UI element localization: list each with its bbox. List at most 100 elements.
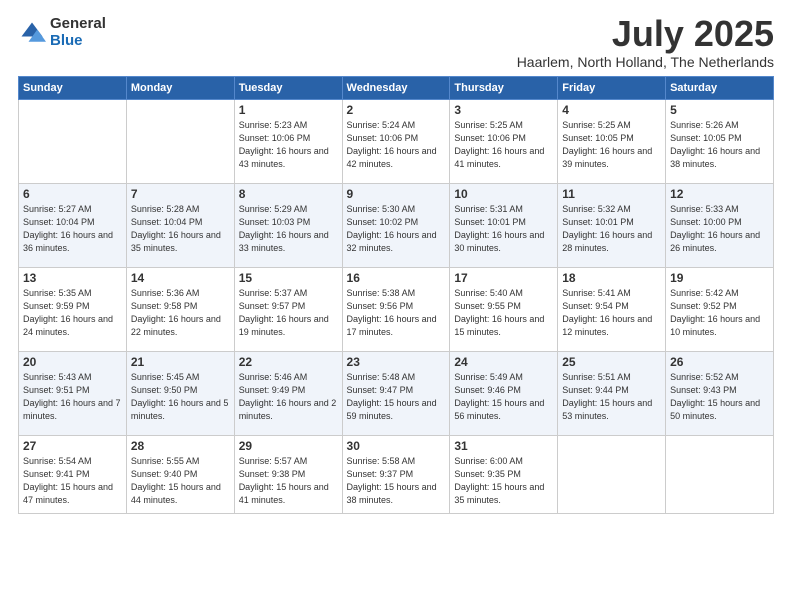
table-row: 25 Sunrise: 5:51 AM Sunset: 9:44 PM Dayl… <box>558 352 666 436</box>
daylight-label: Daylight: 16 hours and 38 minutes. <box>670 146 760 169</box>
header-monday: Monday <box>126 77 234 100</box>
day-info: Sunrise: 5:55 AM Sunset: 9:40 PM Dayligh… <box>131 455 230 507</box>
sunset-label: Sunset: 9:35 PM <box>454 469 521 479</box>
day-number: 19 <box>670 271 769 285</box>
day-info: Sunrise: 6:00 AM Sunset: 9:35 PM Dayligh… <box>454 455 553 507</box>
sunrise-label: Sunrise: 5:58 AM <box>347 456 416 466</box>
day-number: 3 <box>454 103 553 117</box>
sunset-label: Sunset: 9:52 PM <box>670 301 737 311</box>
daylight-label: Daylight: 16 hours and 22 minutes. <box>131 314 221 337</box>
table-row <box>19 100 127 184</box>
calendar-week-row: 6 Sunrise: 5:27 AM Sunset: 10:04 PM Dayl… <box>19 184 774 268</box>
table-row: 4 Sunrise: 5:25 AM Sunset: 10:05 PM Dayl… <box>558 100 666 184</box>
day-info: Sunrise: 5:29 AM Sunset: 10:03 PM Daylig… <box>239 203 338 255</box>
header-friday: Friday <box>558 77 666 100</box>
header-wednesday: Wednesday <box>342 77 450 100</box>
table-row: 12 Sunrise: 5:33 AM Sunset: 10:00 PM Day… <box>666 184 774 268</box>
page: General Blue July 2025 Haarlem, North Ho… <box>0 0 792 612</box>
sunset-label: Sunset: 9:54 PM <box>562 301 629 311</box>
day-number: 25 <box>562 355 661 369</box>
day-number: 18 <box>562 271 661 285</box>
day-info: Sunrise: 5:30 AM Sunset: 10:02 PM Daylig… <box>347 203 446 255</box>
header-sunday: Sunday <box>19 77 127 100</box>
day-info: Sunrise: 5:43 AM Sunset: 9:51 PM Dayligh… <box>23 371 122 423</box>
calendar-week-row: 13 Sunrise: 5:35 AM Sunset: 9:59 PM Dayl… <box>19 268 774 352</box>
sunset-label: Sunset: 9:44 PM <box>562 385 629 395</box>
sunrise-label: Sunrise: 5:51 AM <box>562 372 631 382</box>
daylight-label: Daylight: 16 hours and 2 minutes. <box>239 398 337 421</box>
daylight-label: Daylight: 16 hours and 17 minutes. <box>347 314 437 337</box>
daylight-label: Daylight: 15 hours and 56 minutes. <box>454 398 544 421</box>
sunset-label: Sunset: 10:04 PM <box>131 217 203 227</box>
table-row: 10 Sunrise: 5:31 AM Sunset: 10:01 PM Day… <box>450 184 558 268</box>
day-number: 15 <box>239 271 338 285</box>
daylight-label: Daylight: 16 hours and 39 minutes. <box>562 146 652 169</box>
sunset-label: Sunset: 10:00 PM <box>670 217 742 227</box>
day-number: 9 <box>347 187 446 201</box>
sunset-label: Sunset: 9:46 PM <box>454 385 521 395</box>
daylight-label: Daylight: 16 hours and 12 minutes. <box>562 314 652 337</box>
sunrise-label: Sunrise: 5:29 AM <box>239 204 308 214</box>
day-info: Sunrise: 5:25 AM Sunset: 10:06 PM Daylig… <box>454 119 553 171</box>
day-number: 23 <box>347 355 446 369</box>
daylight-label: Daylight: 16 hours and 15 minutes. <box>454 314 544 337</box>
sunrise-label: Sunrise: 5:42 AM <box>670 288 739 298</box>
table-row: 19 Sunrise: 5:42 AM Sunset: 9:52 PM Dayl… <box>666 268 774 352</box>
table-row: 24 Sunrise: 5:49 AM Sunset: 9:46 PM Dayl… <box>450 352 558 436</box>
table-row: 22 Sunrise: 5:46 AM Sunset: 9:49 PM Dayl… <box>234 352 342 436</box>
sunset-label: Sunset: 10:05 PM <box>562 133 634 143</box>
day-info: Sunrise: 5:23 AM Sunset: 10:06 PM Daylig… <box>239 119 338 171</box>
sunset-label: Sunset: 9:50 PM <box>131 385 198 395</box>
sunset-label: Sunset: 9:58 PM <box>131 301 198 311</box>
sunrise-label: Sunrise: 5:48 AM <box>347 372 416 382</box>
header: General Blue July 2025 Haarlem, North Ho… <box>18 16 774 70</box>
sunrise-label: Sunrise: 5:52 AM <box>670 372 739 382</box>
day-info: Sunrise: 5:54 AM Sunset: 9:41 PM Dayligh… <box>23 455 122 507</box>
day-info: Sunrise: 5:28 AM Sunset: 10:04 PM Daylig… <box>131 203 230 255</box>
day-info: Sunrise: 5:57 AM Sunset: 9:38 PM Dayligh… <box>239 455 338 507</box>
month-title: July 2025 <box>517 16 774 52</box>
day-info: Sunrise: 5:41 AM Sunset: 9:54 PM Dayligh… <box>562 287 661 339</box>
sunrise-label: Sunrise: 5:28 AM <box>131 204 200 214</box>
sunset-label: Sunset: 9:37 PM <box>347 469 414 479</box>
table-row: 7 Sunrise: 5:28 AM Sunset: 10:04 PM Dayl… <box>126 184 234 268</box>
sunrise-label: Sunrise: 5:36 AM <box>131 288 200 298</box>
table-row: 30 Sunrise: 5:58 AM Sunset: 9:37 PM Dayl… <box>342 436 450 514</box>
table-row: 11 Sunrise: 5:32 AM Sunset: 10:01 PM Day… <box>558 184 666 268</box>
logo-text: General Blue <box>50 16 106 49</box>
table-row <box>666 436 774 514</box>
daylight-label: Daylight: 16 hours and 7 minutes. <box>23 398 121 421</box>
day-number: 17 <box>454 271 553 285</box>
day-number: 13 <box>23 271 122 285</box>
day-info: Sunrise: 5:48 AM Sunset: 9:47 PM Dayligh… <box>347 371 446 423</box>
logo: General Blue <box>18 16 106 49</box>
day-number: 30 <box>347 439 446 453</box>
day-number: 20 <box>23 355 122 369</box>
day-info: Sunrise: 5:51 AM Sunset: 9:44 PM Dayligh… <box>562 371 661 423</box>
table-row: 26 Sunrise: 5:52 AM Sunset: 9:43 PM Dayl… <box>666 352 774 436</box>
day-number: 24 <box>454 355 553 369</box>
daylight-label: Daylight: 15 hours and 50 minutes. <box>670 398 760 421</box>
day-number: 1 <box>239 103 338 117</box>
day-number: 10 <box>454 187 553 201</box>
sunset-label: Sunset: 10:06 PM <box>454 133 526 143</box>
day-number: 2 <box>347 103 446 117</box>
header-thursday: Thursday <box>450 77 558 100</box>
sunrise-label: Sunrise: 5:55 AM <box>131 456 200 466</box>
day-info: Sunrise: 5:49 AM Sunset: 9:46 PM Dayligh… <box>454 371 553 423</box>
table-row: 6 Sunrise: 5:27 AM Sunset: 10:04 PM Dayl… <box>19 184 127 268</box>
sunrise-label: Sunrise: 5:41 AM <box>562 288 631 298</box>
day-info: Sunrise: 5:45 AM Sunset: 9:50 PM Dayligh… <box>131 371 230 423</box>
sunset-label: Sunset: 10:01 PM <box>454 217 526 227</box>
day-number: 31 <box>454 439 553 453</box>
sunrise-label: Sunrise: 5:25 AM <box>562 120 631 130</box>
day-info: Sunrise: 5:32 AM Sunset: 10:01 PM Daylig… <box>562 203 661 255</box>
sunrise-label: Sunrise: 5:40 AM <box>454 288 523 298</box>
day-number: 26 <box>670 355 769 369</box>
sunset-label: Sunset: 9:59 PM <box>23 301 90 311</box>
table-row <box>558 436 666 514</box>
day-number: 29 <box>239 439 338 453</box>
logo-icon <box>18 19 46 47</box>
day-number: 16 <box>347 271 446 285</box>
day-number: 5 <box>670 103 769 117</box>
